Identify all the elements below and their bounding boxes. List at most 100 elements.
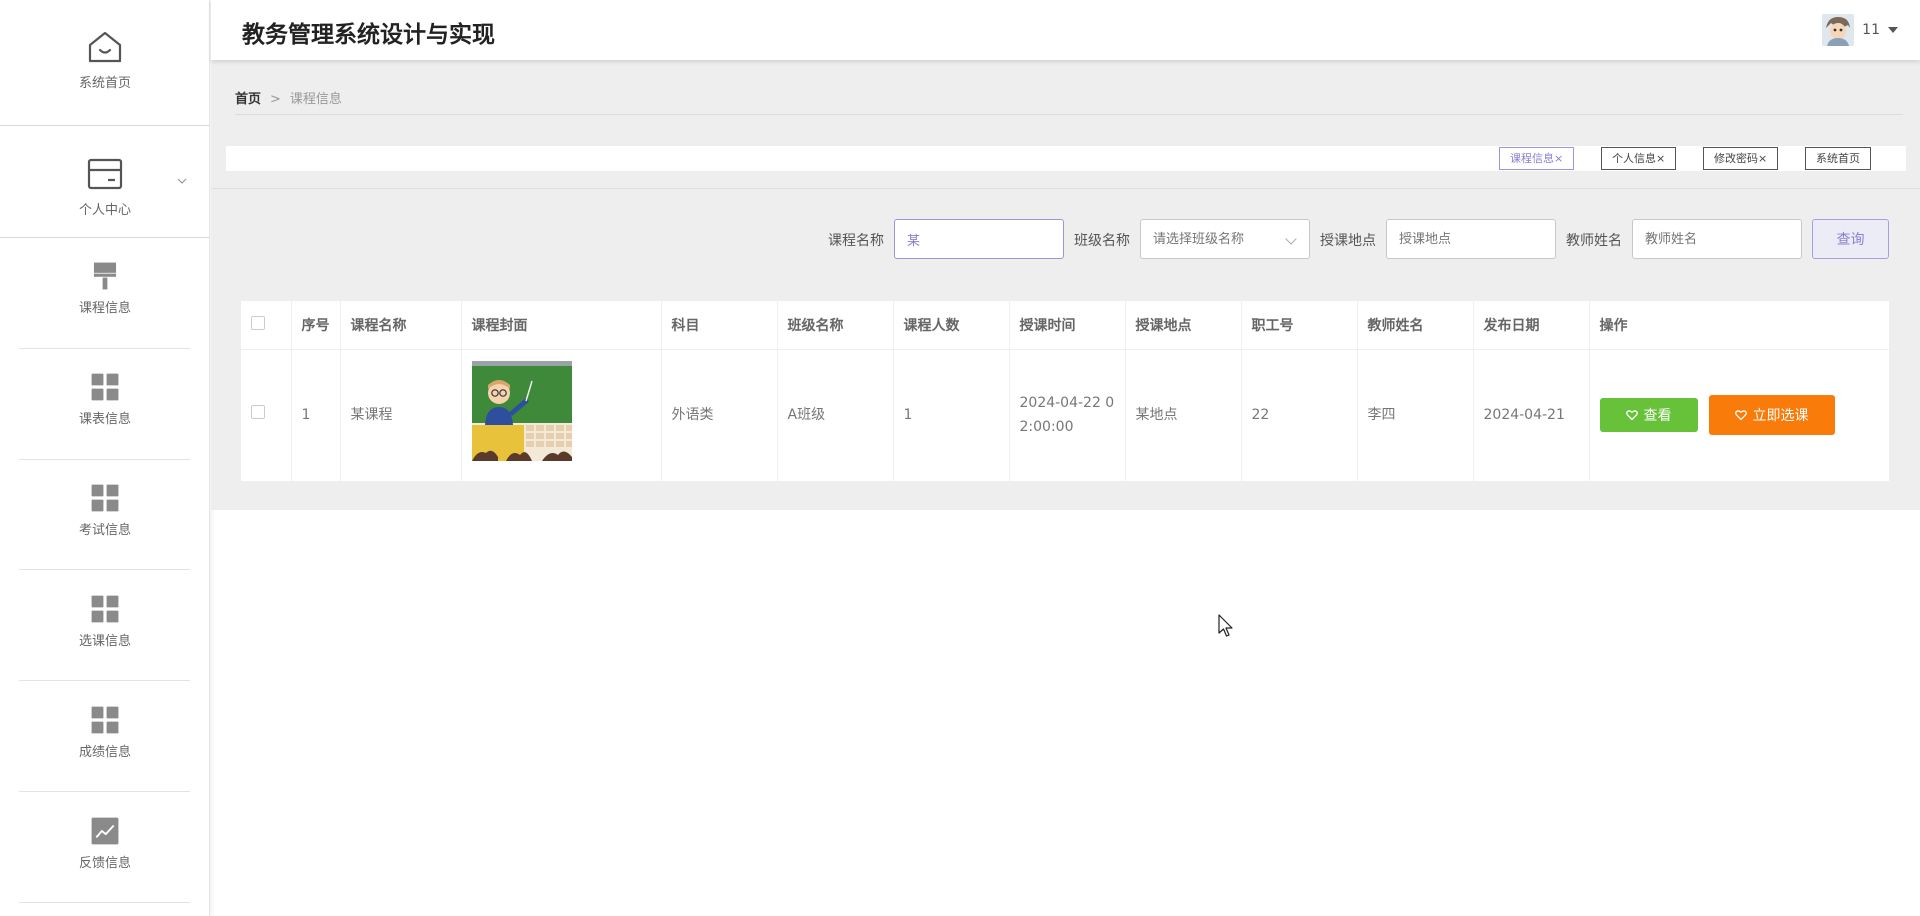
brush-icon [93,262,117,290]
sidebar-item-label: 系统首页 [78,76,131,91]
grid-icon [91,706,119,734]
divider [19,791,190,792]
sidebar-item-exam-info[interactable]: 考试信息 [0,483,210,538]
cell-class-name: A班级 [777,349,894,481]
sidebar-item-label: 反馈信息 [78,856,131,871]
tag-label: 个人信息 [1612,152,1656,165]
divider [19,902,190,903]
time-line: 2:00:00 [1019,419,1074,436]
row-checkbox[interactable] [251,405,265,420]
tag-system-home[interactable]: 系统首页 [1805,147,1871,170]
sidebar-item-grade-info[interactable]: 成绩信息 [0,705,210,760]
select-all-cell [241,301,292,350]
column-header: 授课地点 [1125,301,1242,350]
divider [235,114,1903,115]
sidebar: 系统首页 个人中心 课程信息 课表信息 考试信息 选课信息 成绩信息 反馈信息 [0,0,210,916]
sidebar-item-selection-info[interactable]: 选课信息 [0,594,210,649]
divider [0,237,210,238]
grid-icon [91,595,119,623]
location-label: 授课地点 [1320,233,1376,249]
breadcrumb: 首页 > 课程信息 [235,88,342,107]
sidebar-item-label: 考试信息 [78,523,131,538]
teacher-name-label: 教师姓名 [1566,233,1622,249]
username: 11 [1862,22,1880,38]
sidebar-item-personal-center[interactable]: 个人中心 [0,155,210,218]
course-table: 序号 课程名称 课程封面 科目 班级名称 课程人数 授课时间 授课地点 职工号 … [241,301,1889,481]
table-header-row: 序号 课程名称 课程封面 科目 班级名称 课程人数 授课时间 授课地点 职工号 … [241,301,1889,350]
sidebar-item-label: 个人中心 [78,203,131,218]
column-header: 操作 [1589,301,1889,350]
divider [0,125,210,126]
column-header: 课程封面 [461,301,662,350]
close-icon[interactable]: × [1554,152,1563,165]
cell-staff-no: 22 [1241,349,1358,481]
course-name-input[interactable] [894,219,1064,259]
app-title: 教务管理系统设计与实现 [242,22,495,48]
cell-publish-date: 2024-04-21 [1473,349,1590,481]
sidebar-item-schedule-info[interactable]: 课表信息 [0,372,210,427]
column-header: 科目 [661,301,778,350]
grid-icon [91,373,119,401]
tag-label: 修改密码 [1714,152,1758,165]
heart-icon [1625,410,1638,421]
table-row: 1 某课程 外语类 A班级 1 2024-04-22 0 2:00:00 某地点… [241,349,1889,481]
query-button[interactable]: 查询 [1812,219,1889,259]
column-header: 课程人数 [893,301,1010,350]
column-header: 课程名称 [340,301,462,350]
sidebar-item-course-info[interactable]: 课程信息 [0,261,210,316]
sidebar-item-home[interactable]: 系统首页 [0,28,210,91]
course-name-label: 课程名称 [828,233,884,249]
mouse-cursor-icon [1218,614,1233,637]
course-cover-image[interactable] [471,361,572,462]
cell-index: 1 [291,349,341,481]
cell-actions: 查看 立即选课 [1589,349,1889,481]
view-button-label: 查看 [1643,408,1672,425]
select-course-label: 立即选课 [1752,408,1809,425]
sidebar-item-label: 课程信息 [78,301,131,316]
cell-course-name: 某课程 [340,349,462,481]
close-icon[interactable]: × [1656,152,1665,165]
card-icon [87,158,123,190]
sidebar-item-feedback-info[interactable]: 反馈信息 [0,816,210,871]
tag-label: 系统首页 [1816,152,1860,165]
close-icon[interactable]: × [1758,152,1767,165]
cell-location: 某地点 [1125,349,1242,481]
select-course-button[interactable]: 立即选课 [1708,395,1835,436]
sidebar-item-label: 选课信息 [78,634,131,649]
top-header: 教务管理系统设计与实现 11 [211,0,1920,60]
tag-personal-info[interactable]: 个人信息× [1601,147,1677,170]
location-input[interactable] [1386,219,1556,259]
tag-change-password[interactable]: 修改密码× [1703,147,1779,170]
class-name-label: 班级名称 [1074,233,1130,249]
column-header: 教师姓名 [1357,301,1474,350]
caret-down-icon [1888,27,1898,33]
heart-icon [1734,410,1747,421]
home-icon [88,31,122,63]
grid-icon [91,484,119,512]
breadcrumb-separator: > [270,92,281,107]
user-menu[interactable]: 11 [1822,14,1898,46]
cell-count: 1 [893,349,1010,481]
select-all-checkbox[interactable] [251,315,265,330]
tag-label: 课程信息 [1510,152,1554,165]
column-header: 发布日期 [1473,301,1590,350]
cell-subject: 外语类 [661,349,778,481]
chart-icon [91,817,119,845]
column-header: 序号 [291,301,341,350]
column-header: 班级名称 [777,301,894,350]
chevron-down-icon[interactable] [177,176,187,186]
divider [19,348,190,349]
divider [211,188,1920,189]
column-header: 授课时间 [1009,301,1126,350]
divider [19,459,190,460]
cell-teacher: 李四 [1357,349,1474,481]
view-button[interactable]: 查看 [1599,398,1698,433]
cell-course-cover [461,349,662,481]
sidebar-item-label: 课表信息 [78,412,131,427]
sidebar-item-label: 成绩信息 [78,745,131,760]
tag-course-info[interactable]: 课程信息× [1499,147,1575,170]
breadcrumb-home[interactable]: 首页 [235,92,261,107]
divider [19,680,190,681]
teacher-name-input[interactable] [1632,219,1802,259]
column-header: 职工号 [1241,301,1358,350]
